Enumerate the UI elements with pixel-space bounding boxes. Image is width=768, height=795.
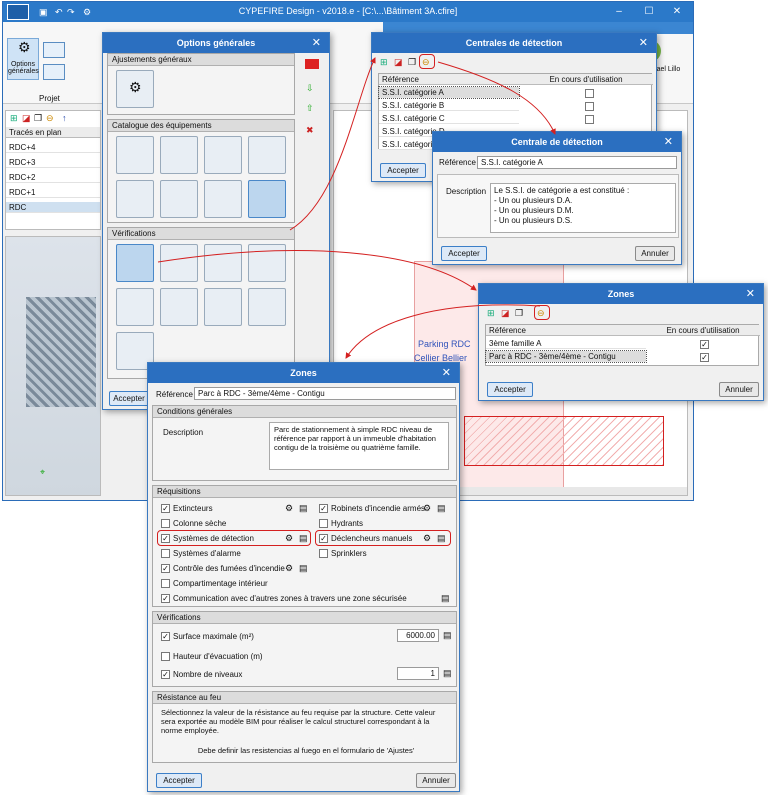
arrow [157, 250, 477, 291]
arrow [345, 304, 541, 359]
arrow [437, 61, 556, 135]
annotation-arrows [157, 57, 556, 359]
arrow [289, 57, 376, 231]
